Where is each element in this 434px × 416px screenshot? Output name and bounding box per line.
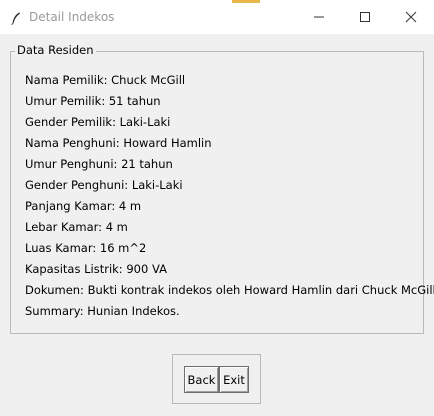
taskbar-highlight — [232, 0, 260, 3]
title-bar[interactable]: Detail Indekos — [0, 0, 434, 34]
owner-name-label: Nama Pemilik: Chuck McGill — [25, 73, 186, 87]
window-title: Detail Indekos — [29, 10, 115, 24]
tenant-age-label: Umur Penghuni: 21 tahun — [25, 157, 173, 171]
document-label: Dokumen: Bukti kontrak indekos oleh Howa… — [25, 283, 434, 297]
tenant-name-label: Nama Penghuni: Howard Hamlin — [25, 136, 212, 150]
maximize-button[interactable] — [342, 0, 388, 34]
minimize-icon — [314, 16, 324, 18]
summary-label: Summary: Hunian Indekos. — [25, 304, 180, 318]
close-button[interactable] — [388, 0, 434, 34]
feather-icon — [9, 10, 23, 25]
power-capacity-label: Kapasitas Listrik: 900 VA — [25, 262, 167, 276]
maximize-icon — [360, 12, 370, 22]
back-button[interactable]: Back — [184, 366, 219, 393]
room-width-label: Lebar Kamar: 4 m — [25, 220, 128, 234]
room-length-label: Panjang Kamar: 4 m — [25, 199, 142, 213]
room-area-label: Luas Kamar: 16 m^2 — [25, 241, 147, 255]
window: Detail Indekos Data Residen Nama Pemilik… — [0, 0, 434, 416]
group-legend: Data Residen — [15, 43, 96, 58]
minimize-button[interactable] — [296, 0, 342, 34]
close-icon — [405, 11, 417, 23]
owner-gender-label: Gender Pemilik: Laki-Laki — [25, 115, 171, 129]
owner-age-label: Umur Pemilik: 51 tahun — [25, 94, 161, 108]
tenant-gender-label: Gender Penghuni: Laki-Laki — [25, 178, 183, 192]
exit-button[interactable]: Exit — [219, 366, 249, 393]
